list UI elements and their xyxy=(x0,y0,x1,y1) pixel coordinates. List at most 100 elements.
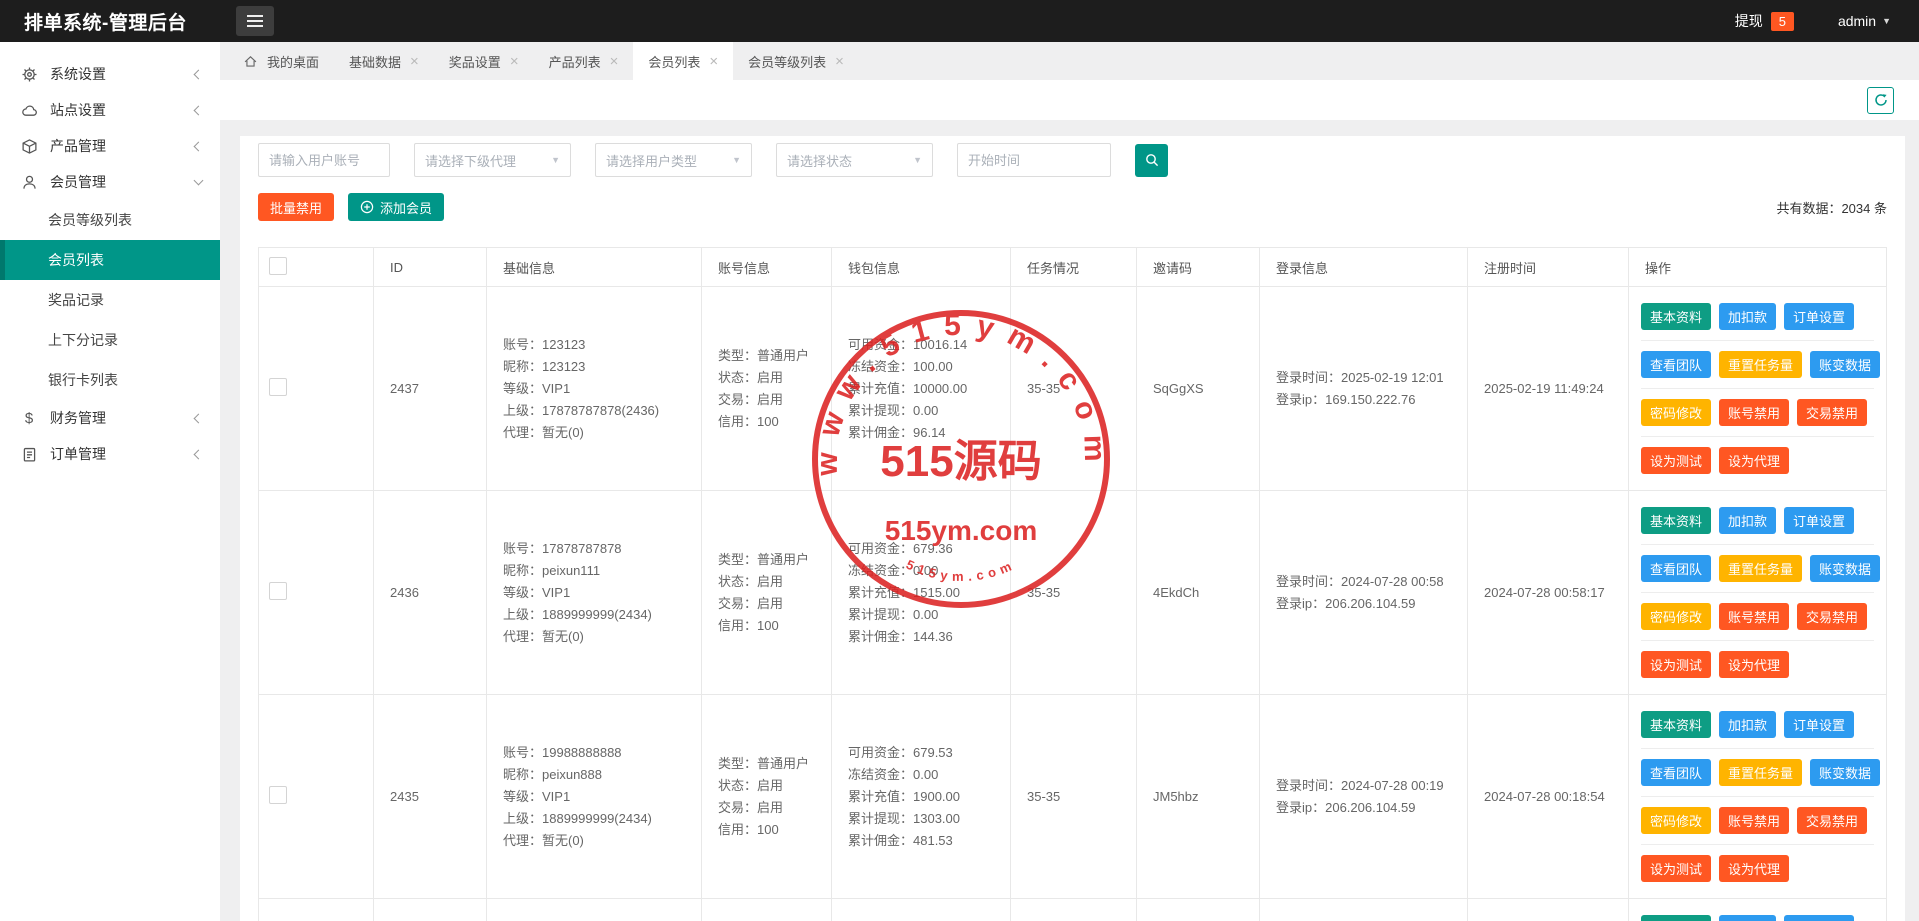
chevron-down-icon: ▼ xyxy=(1882,16,1891,26)
account-search-input[interactable] xyxy=(258,143,390,177)
sidebar-item-system-settings[interactable]: 系统设置 xyxy=(0,56,220,92)
chevron-down-icon: ▼ xyxy=(732,155,741,165)
sidebar-item-site-settings[interactable]: 站点设置 xyxy=(0,92,220,128)
row-select-cell xyxy=(259,287,374,491)
close-icon[interactable]: × xyxy=(709,54,718,69)
sidebar-item-member-level-list[interactable]: 会员等级列表 xyxy=(0,200,220,240)
action-button[interactable]: 查看团队 xyxy=(1641,351,1711,378)
row-checkbox[interactable] xyxy=(269,786,287,804)
start-time-input[interactable] xyxy=(957,143,1111,177)
user-type-select[interactable]: 请选择用户类型 ▼ xyxy=(595,143,752,177)
sidebar-item-product-management[interactable]: 产品管理 xyxy=(0,128,220,164)
action-button[interactable]: 密码修改 xyxy=(1641,399,1711,426)
cell-login-info: 登录时间：2024-07-28 00:58登录ip：206.206.104.59 xyxy=(1260,491,1468,695)
action-button[interactable]: 基本资料 xyxy=(1641,507,1711,534)
action-button[interactable]: 设为代理 xyxy=(1719,651,1789,678)
hamburger-menu-icon[interactable] xyxy=(236,6,274,36)
action-button[interactable]: 交易禁用 xyxy=(1797,603,1867,630)
action-button[interactable]: 基本资料 xyxy=(1641,711,1711,738)
tab-prize-settings[interactable]: 奖品设置 × xyxy=(434,42,534,80)
action-button[interactable]: 设为测试 xyxy=(1641,855,1711,882)
action-button[interactable]: 账变数据 xyxy=(1810,351,1880,378)
content-area: 我的桌面 基础数据 × 奖品设置 × 产品列表 × 会员列表 × 会员等级列表 … xyxy=(220,42,1919,921)
cell-line: 累计提现：0.00 xyxy=(848,400,1002,422)
cell-invite-code: SqGgXS xyxy=(1137,287,1260,491)
close-icon[interactable]: × xyxy=(835,54,844,69)
cell-basic-info: 账号：19988888888昵称：peixun888等级：VIP1上级：1889… xyxy=(487,695,702,899)
sidebar-item-finance-management[interactable]: $ 财务管理 xyxy=(0,400,220,436)
cell-line: 冻结资金：0.00 xyxy=(848,764,1002,786)
action-button[interactable]: 订单设置 xyxy=(1784,711,1854,738)
cell-line: 冻结资金：0.00 xyxy=(848,560,1002,582)
action-button[interactable]: 重置任务量 xyxy=(1719,759,1802,786)
toolbar-strip xyxy=(220,80,1919,120)
action-button[interactable]: 重置任务量 xyxy=(1719,555,1802,582)
action-button[interactable]: 密码修改 xyxy=(1641,603,1711,630)
close-icon[interactable]: × xyxy=(410,54,419,69)
tab-member-level-list[interactable]: 会员等级列表 × xyxy=(733,42,859,80)
user-menu[interactable]: admin ▼ xyxy=(1838,13,1891,29)
cell-line: 账号：19988888888 xyxy=(503,742,693,764)
action-button[interactable]: 加扣款 xyxy=(1719,303,1776,330)
batch-disable-button[interactable]: 批量禁用 xyxy=(258,193,334,221)
action-button[interactable]: 账变数据 xyxy=(1810,759,1880,786)
sidebar-item-member-management[interactable]: 会员管理 xyxy=(0,164,220,200)
sidebar-item-bank-card-list[interactable]: 银行卡列表 xyxy=(0,360,220,400)
action-button[interactable]: 基本资料 xyxy=(1641,303,1711,330)
cell-line: 可用资金：679.53 xyxy=(848,742,1002,764)
action-button[interactable]: 交易禁用 xyxy=(1797,807,1867,834)
action-button[interactable]: 重置任务量 xyxy=(1719,351,1802,378)
action-button[interactable]: 基本资料 xyxy=(1641,915,1711,921)
action-button[interactable]: 账号禁用 xyxy=(1719,603,1789,630)
tab-my-desktop[interactable]: 我的桌面 xyxy=(228,42,334,80)
close-icon[interactable]: × xyxy=(610,54,619,69)
sidebar-item-updown-records[interactable]: 上下分记录 xyxy=(0,320,220,360)
cell-line: 上级：17878787878(2436) xyxy=(503,400,693,422)
refresh-button[interactable] xyxy=(1867,87,1894,114)
search-button[interactable] xyxy=(1135,144,1168,177)
sidebar-item-member-list[interactable]: 会员列表 xyxy=(0,240,220,280)
sidebar-item-prize-records[interactable]: 奖品记录 xyxy=(0,280,220,320)
cell-line: 昵称：peixun888 xyxy=(503,764,693,786)
cell-line: 代理：暂无(0) xyxy=(503,422,693,444)
cell-line: 交易：启用 xyxy=(718,389,823,411)
action-button[interactable]: 交易禁用 xyxy=(1797,399,1867,426)
tab-member-list[interactable]: 会员列表 × xyxy=(633,42,733,80)
agent-select[interactable]: 请选择下级代理 ▼ xyxy=(414,143,571,177)
action-button[interactable]: 订单设置 xyxy=(1784,507,1854,534)
sidebar-item-label: 财务管理 xyxy=(50,408,106,428)
cell-line: 状态：启用 xyxy=(718,775,823,797)
chevron-left-icon xyxy=(194,413,204,423)
action-button[interactable]: 加扣款 xyxy=(1719,915,1776,921)
row-checkbox[interactable] xyxy=(269,582,287,600)
action-button[interactable]: 密码修改 xyxy=(1641,807,1711,834)
action-button[interactable]: 账号禁用 xyxy=(1719,807,1789,834)
action-button[interactable]: 设为代理 xyxy=(1719,855,1789,882)
sidebar-item-order-management[interactable]: 订单管理 xyxy=(0,436,220,472)
action-button[interactable]: 加扣款 xyxy=(1719,507,1776,534)
cloud-icon xyxy=(20,101,38,119)
action-button[interactable]: 设为测试 xyxy=(1641,447,1711,474)
sidebar-item-label: 订单管理 xyxy=(50,444,106,464)
close-icon[interactable]: × xyxy=(510,54,519,69)
action-button[interactable]: 设为测试 xyxy=(1641,651,1711,678)
action-button[interactable]: 账号禁用 xyxy=(1719,399,1789,426)
tab-product-list[interactable]: 产品列表 × xyxy=(534,42,634,80)
chevron-down-icon xyxy=(194,176,204,186)
add-member-button[interactable]: 添加会员 xyxy=(348,193,444,221)
action-button[interactable]: 订单设置 xyxy=(1784,303,1854,330)
row-checkbox[interactable] xyxy=(269,378,287,396)
action-button[interactable]: 查看团队 xyxy=(1641,555,1711,582)
action-button[interactable]: 加扣款 xyxy=(1719,711,1776,738)
status-select[interactable]: 请选择状态 ▼ xyxy=(776,143,933,177)
action-button[interactable]: 设为代理 xyxy=(1719,447,1789,474)
add-member-label: 添加会员 xyxy=(380,198,432,217)
action-button[interactable]: 订单设置 xyxy=(1784,915,1854,921)
tab-basic-data[interactable]: 基础数据 × xyxy=(334,42,434,80)
action-button[interactable]: 查看团队 xyxy=(1641,759,1711,786)
action-button[interactable]: 账变数据 xyxy=(1810,555,1880,582)
cell-line: 登录ip：206.206.104.59 xyxy=(1276,797,1459,819)
select-all-checkbox[interactable] xyxy=(269,257,287,275)
withdraw-link[interactable]: 提现 5 xyxy=(1735,11,1794,31)
operation-button-group: 基本资料加扣款订单设置 xyxy=(1641,293,1874,340)
